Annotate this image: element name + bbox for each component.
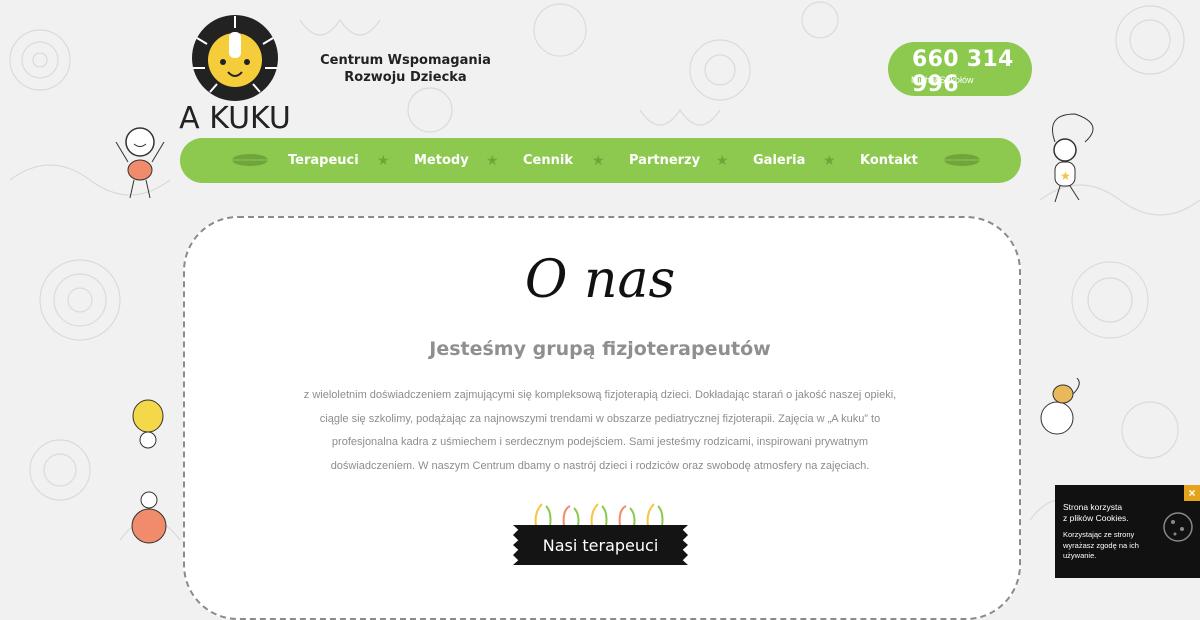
star-icon: ★: [486, 152, 499, 168]
nav-item-cennik[interactable]: Cennik: [523, 153, 573, 168]
lion-mane-icon: [192, 15, 278, 101]
cookie-text-line: Strona korzysta: [1063, 502, 1123, 512]
star-icon: ★: [716, 152, 729, 168]
cookie-text-line: wyrażasz zgodę na ich: [1063, 540, 1139, 550]
cookie-consent-text: Korzystając ze strony wyrażasz zgodę na …: [1063, 530, 1163, 562]
plants-decoration-icon: [534, 503, 664, 526]
phone-contact-name: Michał Sokołów: [911, 75, 974, 85]
balloon-doodle-icon: [132, 399, 164, 449]
girl-doodle-icon: ★: [1052, 113, 1094, 203]
leaf-icon: [944, 154, 980, 166]
tagline: Centrum Wspomagania Rozwoju Dziecka: [318, 52, 493, 86]
paragraph-line: z wieloletnim doświadczeniem zajmującymi…: [303, 389, 897, 401]
nav-item-kontakt[interactable]: Kontakt: [860, 153, 918, 168]
cookie-notice: × Strona korzysta z plików Cookies. Korz…: [1055, 485, 1200, 578]
nav-item-partnerzy[interactable]: Partnerzy: [629, 153, 700, 168]
tagline-line: Rozwoju Dziecka: [344, 70, 467, 85]
star-icon: ★: [377, 152, 390, 168]
leaf-icon: [232, 154, 268, 166]
nav-item-metody[interactable]: Metody: [414, 153, 469, 168]
our-therapists-button[interactable]: Nasi terapeuci: [513, 525, 688, 565]
nav-item-galeria[interactable]: Galeria: [753, 153, 805, 168]
paragraph-line: doświadczeniem. W naszym Centrum dbamy o…: [330, 459, 870, 472]
cookie-text-line: używanie.: [1063, 551, 1097, 560]
logo[interactable]: A KUKU: [160, 8, 310, 133]
monkey-doodle-icon: [1040, 378, 1080, 435]
cookie-text: Strona korzysta z plików Cookies.: [1063, 502, 1158, 524]
about-paragraph: z wieloletnim doświadczeniem zajmującymi…: [278, 384, 922, 478]
ball-doodle-icon: [131, 491, 167, 544]
page-title: O nas: [524, 250, 676, 310]
paragraph-line: ciągle się szkolimy, podążając za najnow…: [319, 412, 881, 425]
star-icon: ★: [592, 152, 605, 168]
close-icon[interactable]: ×: [1184, 485, 1200, 501]
svg-text:★: ★: [1060, 169, 1071, 183]
phone-badge[interactable]: 660 314 996 Michał Sokołów: [888, 42, 1032, 97]
cookie-text-line: z plików Cookies.: [1063, 513, 1129, 523]
nav-item-terapeuci[interactable]: Terapeuci: [288, 153, 359, 168]
star-icon: ★: [823, 152, 836, 168]
logo-text: A KUKU: [179, 101, 291, 133]
child-doodle-icon: [115, 127, 165, 199]
paragraph-line: profesjonalna kadra z uśmiechem i serdec…: [331, 436, 869, 448]
phone-number: 660 314 996: [912, 47, 1014, 97]
page-subtitle: Jesteśmy grupą fizjoterapeutów: [429, 338, 771, 360]
tagline-line: Centrum Wspomagania: [320, 53, 491, 68]
cookie-text-line: Korzystając ze strony: [1063, 530, 1135, 539]
cookie-icon: [1163, 512, 1193, 542]
main-nav: Terapeuci ★ Metody ★ Cennik ★ Partnerzy …: [180, 138, 1021, 183]
